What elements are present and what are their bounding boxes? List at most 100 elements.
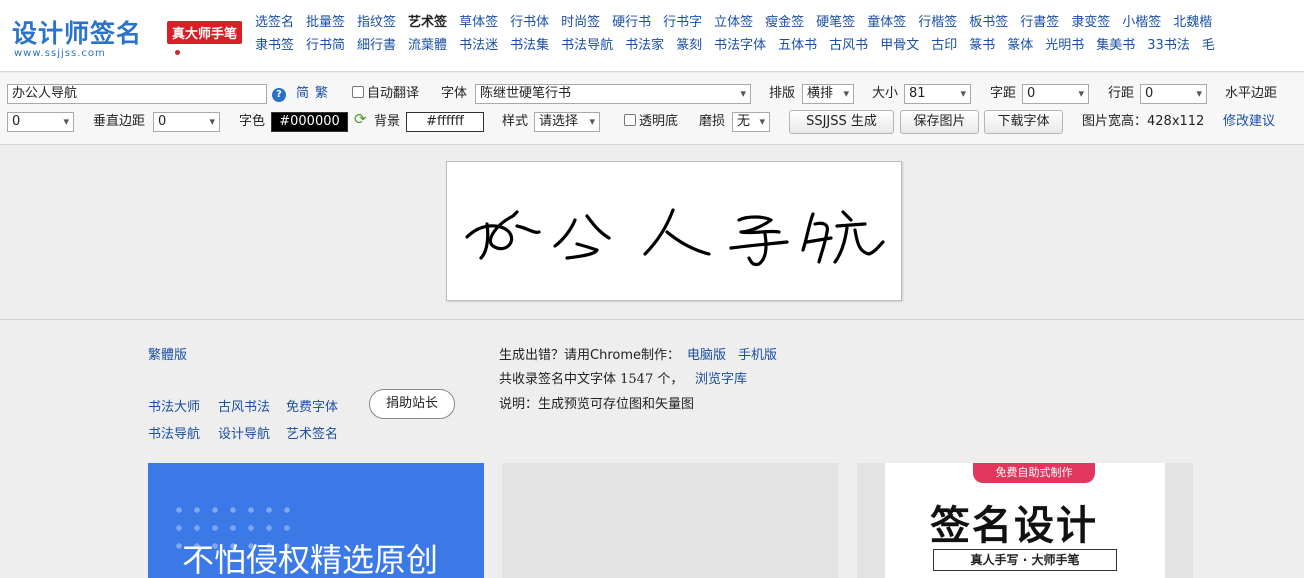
nav-item-row2-15[interactable]: 篆体 xyxy=(1007,34,1033,53)
nav-item-row1-4[interactable]: 草体签 xyxy=(459,11,498,30)
traditional-link[interactable]: 繁 xyxy=(315,84,328,104)
nav-row-1: 选签名 批量签 指纹签 艺术签 草体签 行书体 时尚签 硬行书 行书字 立体签 瘦金签 硬笔签 童体签行… xyxy=(255,11,1224,30)
font-label: 字体 xyxy=(441,86,468,101)
size-select-value: 81 xyxy=(909,86,926,101)
h-margin-select[interactable]: 0 xyxy=(7,112,74,132)
save-image-button[interactable]: 保存图片 xyxy=(900,110,979,134)
nav-item-row1-2[interactable]: 指纹签 xyxy=(357,11,396,30)
link-free-fonts[interactable]: 免费字体 xyxy=(286,396,338,415)
spacing-label: 字距 xyxy=(990,86,1017,101)
link-art-signature[interactable]: 艺术签名 xyxy=(286,423,338,442)
h-margin-select-value: 0 xyxy=(12,114,21,129)
nav-item-row1-6[interactable]: 时尚签 xyxy=(561,11,600,30)
nav-item-row2-10[interactable]: 五体书 xyxy=(778,34,817,53)
checkbox-icon xyxy=(352,86,364,98)
traditional-version-link[interactable]: 繁體版 xyxy=(148,344,187,363)
generate-button[interactable]: SSJJSS 生成 xyxy=(789,110,894,134)
nav-item-row2-13[interactable]: 古印 xyxy=(931,34,957,53)
nav-row-2: 隶书签 行书简 細行書 流葉體 书法迷 书法集 书法导航 书法家 篆刻 书法字体 五体书 古风书 甲骨文… xyxy=(255,34,1227,53)
nav-item-row1-3[interactable]: 艺术签 xyxy=(408,11,447,30)
nav-item-row1-8[interactable]: 行书字 xyxy=(663,11,702,30)
nav-item-row1-0[interactable]: 选签名 xyxy=(255,11,294,30)
auto-translate-label: 自动翻译 xyxy=(367,86,420,101)
nav-item-row1-11[interactable]: 硬笔签 xyxy=(816,11,855,30)
nav-item-row2-9[interactable]: 书法字体 xyxy=(714,34,766,53)
nav-item-row2-1[interactable]: 行书简 xyxy=(306,34,345,53)
site-header: 设计师签名 真大师手笔 www.ssjjss.com 选签名 批量签 指纹签 艺术签草… xyxy=(0,0,1304,72)
nav-item-row1-13[interactable]: 行楷签 xyxy=(918,11,957,30)
nav-item-row1-1[interactable]: 批量签 xyxy=(306,11,345,30)
nav-item-row2-16[interactable]: 光明书 xyxy=(1045,34,1084,53)
nav-item-row1-15[interactable]: 行書签 xyxy=(1020,11,1059,30)
v-margin-select[interactable]: 0 xyxy=(153,112,220,132)
poster-subtitle: 真人手写 · 大师手笔 xyxy=(933,549,1117,571)
nav-item-row2-12[interactable]: 甲骨文 xyxy=(880,34,919,53)
style-select[interactable]: 请选择 xyxy=(534,112,600,132)
nav-item-row2-11[interactable]: 古风书 xyxy=(829,34,868,53)
line-spacing-select-value: 0 xyxy=(1145,86,1154,101)
nav-item-row2-2[interactable]: 細行書 xyxy=(357,34,396,53)
nav-item-row1-12[interactable]: 童体签 xyxy=(867,11,906,30)
promo-card-original[interactable]: 不怕侵权精选原创 xyxy=(148,463,484,578)
simplified-link[interactable]: 简 xyxy=(296,84,309,104)
layout-select[interactable]: 横排 xyxy=(802,84,854,104)
nav-item-row1-5[interactable]: 行书体 xyxy=(510,11,549,30)
feedback-link[interactable]: 修改建议 xyxy=(1223,112,1275,132)
nav-item-row2-6[interactable]: 书法导航 xyxy=(561,34,613,53)
donate-button[interactable]: 捐助站长 xyxy=(369,389,455,419)
nav-item-row2-5[interactable]: 书法集 xyxy=(510,34,549,53)
link-ancient-calligraphy[interactable]: 古风书法 xyxy=(218,396,270,415)
nav-item-row2-8[interactable]: 篆刻 xyxy=(676,34,702,53)
nav-item-row1-18[interactable]: 北魏楷 xyxy=(1173,11,1212,30)
nav-item-row1-14[interactable]: 板书签 xyxy=(969,11,1008,30)
download-font-button[interactable]: 下载字体 xyxy=(984,110,1063,134)
line-spacing-select[interactable]: 0 xyxy=(1140,84,1207,104)
browse-fonts-link[interactable]: 浏览字库 xyxy=(695,368,747,387)
size-select[interactable]: 81 xyxy=(904,84,971,104)
signature-text-input[interactable]: 办公人导航 xyxy=(7,84,267,104)
nav-item-row1-10[interactable]: 瘦金签 xyxy=(765,11,804,30)
font-count: 1547 xyxy=(620,372,654,387)
pc-version-link[interactable]: 电脑版 xyxy=(687,344,726,363)
link-design-nav[interactable]: 设计导航 xyxy=(218,423,270,442)
nav-item-row2-7[interactable]: 书法家 xyxy=(625,34,664,53)
auto-translate-checkbox[interactable]: 自动翻译 xyxy=(352,84,419,104)
nav-item-row2-4[interactable]: 书法迷 xyxy=(459,34,498,53)
nav-item-row2-19[interactable]: 毛 xyxy=(1202,34,1215,53)
nav-item-row1-9[interactable]: 立体签 xyxy=(714,11,753,30)
link-calligraphy-master[interactable]: 书法大师 xyxy=(148,396,200,415)
mobile-version-link[interactable]: 手机版 xyxy=(738,344,777,363)
nav-item-row2-3[interactable]: 流葉體 xyxy=(408,34,447,53)
help-icon[interactable]: ? xyxy=(272,84,286,104)
nav-item-row1-17[interactable]: 小楷签 xyxy=(1122,11,1161,30)
transparent-label: 透明底 xyxy=(639,114,679,129)
signature-preview-image xyxy=(446,161,902,301)
font-select[interactable]: 陈继世硬笔行书 xyxy=(475,84,751,104)
link-calligraphy-nav[interactable]: 书法导航 xyxy=(148,423,200,442)
bg-color-label: 背景 xyxy=(374,114,401,129)
text-color-input[interactable]: #000000 xyxy=(271,112,348,132)
transparent-checkbox[interactable]: 透明底 xyxy=(624,112,678,132)
bg-color-input[interactable]: #ffffff xyxy=(406,112,484,132)
font-count-text: 共收录签名中文字体 1547 个， xyxy=(499,372,684,387)
swap-colors-icon[interactable]: ⟳ xyxy=(354,111,370,127)
font-select-value: 陈继世硬笔行书 xyxy=(480,86,572,101)
image-size-text: 图片宽高：428x112 xyxy=(1082,114,1205,129)
spacing-select[interactable]: 0 xyxy=(1022,84,1089,104)
logo-text: 设计师签名 xyxy=(12,19,143,48)
nav-item-row2-17[interactable]: 集美书 xyxy=(1096,34,1135,53)
nav-item-row1-16[interactable]: 隶变签 xyxy=(1071,11,1110,30)
logo-dot-icon xyxy=(175,50,180,55)
wear-select[interactable]: 无 xyxy=(732,112,770,132)
layout-label: 排版 xyxy=(769,86,796,101)
nav-item-row2-14[interactable]: 篆书 xyxy=(969,34,995,53)
style-select-value: 请选择 xyxy=(539,114,579,129)
promo-card-signature-design[interactable]: 免费自助式制作 签名设计 真人手写 · 大师手笔 xyxy=(857,463,1193,578)
style-label: 样式 xyxy=(502,114,529,129)
logo-url: www.ssjjss.com xyxy=(14,48,106,59)
nav-item-row2-18[interactable]: 33书法 xyxy=(1147,34,1190,53)
nav-item-row2-0[interactable]: 隶书签 xyxy=(255,34,294,53)
wear-select-value: 无 xyxy=(737,114,751,129)
site-logo[interactable]: 设计师签名 真大师手笔 www.ssjjss.com xyxy=(10,12,245,64)
nav-item-row1-7[interactable]: 硬行书 xyxy=(612,11,651,30)
